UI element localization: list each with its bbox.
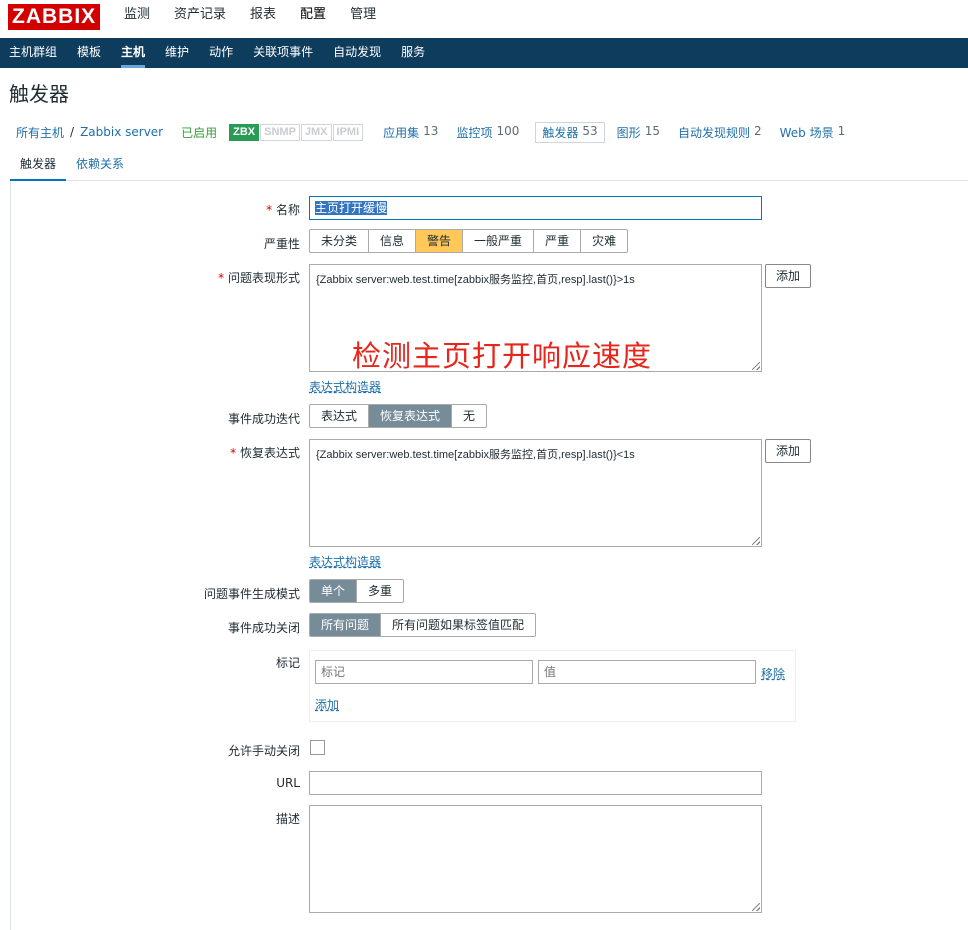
recovery-expression-builder-link[interactable]: 表达式构造器: [309, 553, 381, 570]
ok-event-selector: 表达式 恢复表达式 无: [309, 404, 488, 428]
sub-navigation: 主机群组 模板 主机 维护 动作 关联项事件 自动发现 服务: [0, 38, 968, 68]
graphs-label: 图形: [616, 125, 641, 140]
tab-dependencies[interactable]: 依赖关系: [76, 150, 124, 181]
breadcrumb-discovery-rules[interactable]: 自动发现规则 2: [678, 124, 762, 141]
badge-jmx: JMX: [300, 123, 332, 141]
ok-close-label: 事件成功关闭: [227, 621, 300, 635]
availability-badges: ZBX SNMP JMX IPMI: [229, 123, 364, 141]
submenu-host-groups[interactable]: 主机群组: [9, 38, 57, 68]
breadcrumb-triggers[interactable]: 触发器 53: [535, 121, 605, 143]
menu-monitoring[interactable]: 监测: [124, 0, 150, 38]
discovery-label: 自动发现规则: [677, 125, 750, 140]
triggers-label: 触发器: [542, 125, 579, 140]
submenu-correlation[interactable]: 关联项事件: [253, 38, 313, 68]
recovery-expression-value: {Zabbix server:web.test.time[zabbix服务监控,…: [316, 449, 635, 461]
problem-mode-multiple[interactable]: 多重: [357, 580, 403, 602]
severity-disaster[interactable]: 灾难: [581, 230, 627, 252]
tag-name-input[interactable]: [315, 660, 533, 684]
resize-grip-icon[interactable]: [752, 362, 760, 370]
badge-ipmi: IPMI: [332, 123, 364, 141]
manual-close-label: 允许手动关闭: [227, 744, 300, 758]
manual-close-checkbox[interactable]: [310, 740, 325, 755]
url-input[interactable]: [309, 771, 762, 795]
ok-close-tag-match[interactable]: 所有问题如果标签值匹配: [381, 614, 535, 636]
menu-inventory[interactable]: 资产记录: [174, 0, 226, 38]
submenu-services[interactable]: 服务: [401, 38, 425, 68]
web-count: 1: [837, 123, 846, 138]
breadcrumb-graphs[interactable]: 图形 15: [617, 124, 660, 141]
zabbix-logo[interactable]: ZABBIX: [8, 4, 101, 30]
submenu-actions[interactable]: 动作: [209, 38, 233, 68]
form-tabs: 触发器 依赖关系: [10, 150, 968, 181]
tag-remove-link[interactable]: 移除: [761, 665, 785, 682]
name-value: 主页打开缓慢: [315, 201, 388, 215]
recovery-expression-textarea[interactable]: {Zabbix server:web.test.time[zabbix服务监控,…: [309, 439, 762, 547]
menu-administration[interactable]: 管理: [350, 0, 376, 38]
tag-add-link[interactable]: 添加: [315, 696, 339, 713]
severity-not-classified[interactable]: 未分类: [310, 230, 370, 252]
expression-value: {Zabbix server:web.test.time[zabbix服务监控,…: [316, 274, 635, 286]
badge-zbx: ZBX: [229, 123, 260, 141]
applications-count: 13: [423, 123, 439, 138]
badge-snmp: SNMP: [260, 123, 300, 141]
expression-label: 问题表现形式: [218, 269, 300, 286]
top-navigation: ZABBIX 监测 资产记录 报表 配置 管理: [0, 0, 968, 38]
page-title: 触发器: [9, 82, 69, 106]
tags-label: 标记: [275, 656, 300, 670]
breadcrumb-host[interactable]: Zabbix server: [80, 125, 163, 139]
web-label: Web 场景: [779, 125, 834, 140]
resize-grip-icon[interactable]: [752, 903, 760, 911]
host-status[interactable]: 已启用: [181, 124, 217, 141]
annotation-text: 检测主页打开响应速度: [352, 339, 653, 373]
items-label: 监控项: [456, 125, 493, 140]
ok-close-selector: 所有问题 所有问题如果标签值匹配: [309, 613, 537, 637]
description-textarea[interactable]: [309, 805, 762, 913]
problem-mode-selector: 单个 多重: [309, 579, 405, 603]
top-menu: 监测 资产记录 报表 配置 管理: [124, 0, 400, 38]
menu-reports[interactable]: 报表: [250, 0, 276, 38]
submenu-maintenance[interactable]: 维护: [165, 38, 189, 68]
ok-event-none[interactable]: 无: [452, 405, 486, 427]
severity-information[interactable]: 信息: [369, 230, 417, 252]
breadcrumb-separator: /: [70, 125, 75, 139]
recovery-add-button[interactable]: 添加: [765, 439, 812, 463]
ok-event-label: 事件成功迭代: [227, 412, 300, 426]
applications-label: 应用集: [383, 125, 420, 140]
expression-builder-link[interactable]: 表达式构造器: [309, 378, 381, 395]
graphs-count: 15: [644, 123, 660, 138]
name-input[interactable]: 主页打开缓慢: [309, 196, 762, 220]
severity-average[interactable]: 一般严重: [463, 230, 535, 252]
menu-configuration[interactable]: 配置: [300, 0, 326, 38]
submenu-templates[interactable]: 模板: [77, 38, 101, 68]
breadcrumb-all-hosts[interactable]: 所有主机: [16, 124, 64, 141]
severity-high[interactable]: 严重: [534, 230, 582, 252]
tag-value-input[interactable]: [538, 660, 756, 684]
ok-close-all-problems[interactable]: 所有问题: [310, 614, 382, 636]
url-label: URL: [276, 776, 300, 790]
submenu-hosts[interactable]: 主机: [121, 38, 146, 68]
description-label: 描述: [275, 812, 300, 826]
problem-mode-single[interactable]: 单个: [310, 580, 358, 602]
items-count: 100: [496, 123, 520, 138]
sub-menu: 主机群组 模板 主机 维护 动作 关联项事件 自动发现 服务: [9, 38, 445, 68]
discovery-count: 2: [753, 123, 762, 138]
expression-add-button[interactable]: 添加: [765, 264, 812, 288]
severity-label: 严重性: [263, 237, 300, 251]
recovery-expression-label: 恢复表达式: [230, 444, 300, 461]
ok-event-recovery-expression[interactable]: 恢复表达式: [369, 405, 453, 427]
severity-warning[interactable]: 警告: [416, 230, 464, 252]
breadcrumb-items[interactable]: 监控项 100: [456, 124, 519, 141]
breadcrumb-applications[interactable]: 应用集 13: [383, 124, 438, 141]
triggers-count: 53: [582, 123, 598, 138]
resize-grip-icon[interactable]: [752, 537, 760, 545]
breadcrumb: 所有主机 / Zabbix server 已启用 ZBX SNMP JMX IP…: [16, 121, 846, 143]
breadcrumb-web-scenarios[interactable]: Web 场景 1: [780, 124, 846, 141]
severity-selector: 未分类 信息 警告 一般严重 严重 灾难: [309, 229, 629, 253]
problem-mode-label: 问题事件生成模式: [203, 587, 300, 601]
submenu-discovery[interactable]: 自动发现: [333, 38, 381, 68]
ok-event-expression[interactable]: 表达式: [310, 405, 370, 427]
tab-trigger[interactable]: 触发器: [10, 150, 67, 181]
name-label: 名称: [266, 201, 300, 218]
